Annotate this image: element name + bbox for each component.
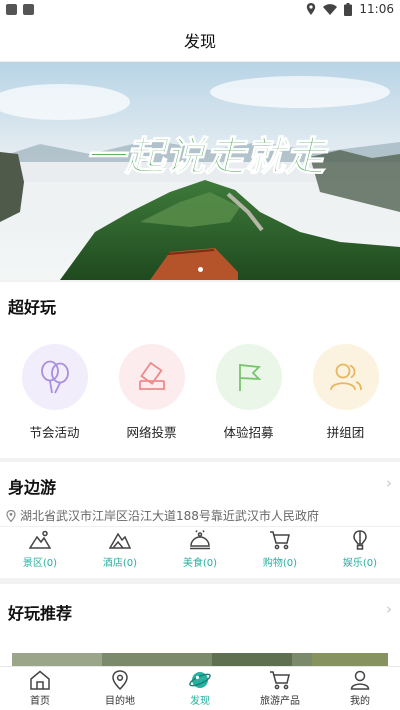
fun-item-circle — [118, 344, 185, 410]
chevron-right-icon[interactable]: › — [386, 474, 392, 492]
nav-label: 发现 — [190, 696, 210, 707]
nav-label: 目的地 — [105, 696, 135, 707]
chevron-right-icon[interactable]: › — [386, 600, 392, 618]
notification-icon — [6, 3, 17, 15]
nearby-categories: 景区(0) 酒店(0) 美食(0) 购物(0) 娱乐(0) — [0, 530, 400, 569]
nearby-address: 湖北省武汉市江岸区沿江大道188号靠近武汉市人民政府 — [20, 509, 319, 523]
page-title: 发现 — [183, 31, 216, 51]
nearby-location[interactable]: 湖北省武汉市江岸区沿江大道188号靠近武汉市人民政府 — [6, 507, 319, 524]
category-shopping[interactable]: 购物(0) — [245, 530, 315, 569]
recommend-item-image[interactable] — [12, 652, 388, 666]
fun-item-circle — [312, 344, 379, 410]
category-hotel[interactable]: 酒店(0) — [85, 530, 155, 569]
fun-item-vote[interactable]: 网络投票 — [110, 344, 194, 441]
fun-item-group[interactable]: 拼组团 — [304, 344, 388, 441]
category-label: 景区(0) — [22, 558, 58, 569]
nav-destination[interactable]: 目的地 — [80, 667, 160, 710]
category-label: 购物(0) — [262, 558, 298, 569]
user-icon — [350, 670, 370, 690]
location-pin-icon — [112, 670, 128, 690]
fun-section-title: 超好玩 — [8, 298, 57, 317]
ballot-icon — [138, 361, 165, 390]
fun-item-festival[interactable]: 节会活动 — [13, 344, 97, 441]
nav-home[interactable]: 首页 — [0, 667, 80, 710]
home-icon — [30, 670, 50, 690]
fun-item-circle — [21, 344, 88, 410]
nav-label: 旅游产品 — [260, 696, 300, 707]
sim-icon — [23, 3, 34, 15]
status-time: 11:06 — [359, 2, 394, 16]
location-icon — [307, 3, 316, 15]
cart-icon — [270, 671, 290, 690]
banner-carousel[interactable]: 一起说走就走 — [0, 62, 400, 280]
battery-icon — [344, 2, 353, 16]
location-pin-icon — [6, 509, 16, 522]
fun-item-label: 体验招募 — [223, 425, 274, 440]
nav-discover[interactable]: 发现 — [160, 667, 240, 710]
status-left — [6, 3, 34, 15]
nav-label: 首页 — [30, 696, 50, 707]
category-food[interactable]: 美食(0) — [165, 530, 235, 569]
group-icon — [329, 363, 362, 391]
banner-image: 一起说走就走 — [0, 62, 400, 280]
fun-item-label: 节会活动 — [29, 425, 80, 440]
title-bar: 发现 — [0, 18, 400, 62]
nav-label: 我的 — [350, 696, 370, 707]
category-entertainment[interactable]: 娱乐(0) — [325, 530, 395, 569]
nearby-section: 身边游 › 湖北省武汉市江岸区沿江大道188号靠近武汉市人民政府 景区(0) 酒… — [0, 462, 400, 578]
nearby-section-title: 身边游 — [8, 478, 57, 497]
wifi-icon — [323, 3, 338, 15]
category-scenic[interactable]: 景区(0) — [5, 530, 75, 569]
category-label: 酒店(0) — [102, 558, 138, 569]
bottom-nav: 首页 目的地 发现 旅游产品 我的 — [0, 666, 400, 710]
discover-planet-icon — [189, 672, 211, 688]
balloon-icon — [353, 530, 367, 550]
balloons-icon — [40, 360, 69, 394]
cart-icon — [270, 531, 290, 550]
banner-slogan: 一起说走就走 — [85, 133, 329, 180]
nav-products[interactable]: 旅游产品 — [240, 667, 320, 710]
category-label: 美食(0) — [182, 558, 218, 569]
recommend-section: 好玩推荐 › — [0, 584, 400, 666]
fun-section: 超好玩 节会活动 网络投票 体验招募 拼组团 — [0, 282, 400, 458]
banner-indicator — [0, 267, 400, 272]
hotel-icon — [109, 532, 131, 549]
status-right: 11:06 — [306, 2, 394, 16]
fun-item-recruit[interactable]: 体验招募 — [207, 344, 291, 441]
nav-mine[interactable]: 我的 — [320, 667, 400, 710]
banner-dot — [197, 267, 203, 272]
recommend-section-title: 好玩推荐 — [8, 604, 73, 623]
fun-item-circle — [215, 344, 282, 410]
fun-item-label: 网络投票 — [126, 425, 177, 440]
food-cloche-icon — [190, 530, 210, 550]
flag-icon — [238, 364, 261, 391]
fun-grid: 节会活动 网络投票 体验招募 拼组团 — [0, 344, 400, 441]
divider — [0, 526, 400, 527]
mountain-icon — [29, 530, 51, 549]
category-label: 娱乐(0) — [342, 558, 378, 569]
status-bar: 11:06 — [0, 0, 400, 18]
fun-item-label: 拼组团 — [326, 425, 365, 440]
